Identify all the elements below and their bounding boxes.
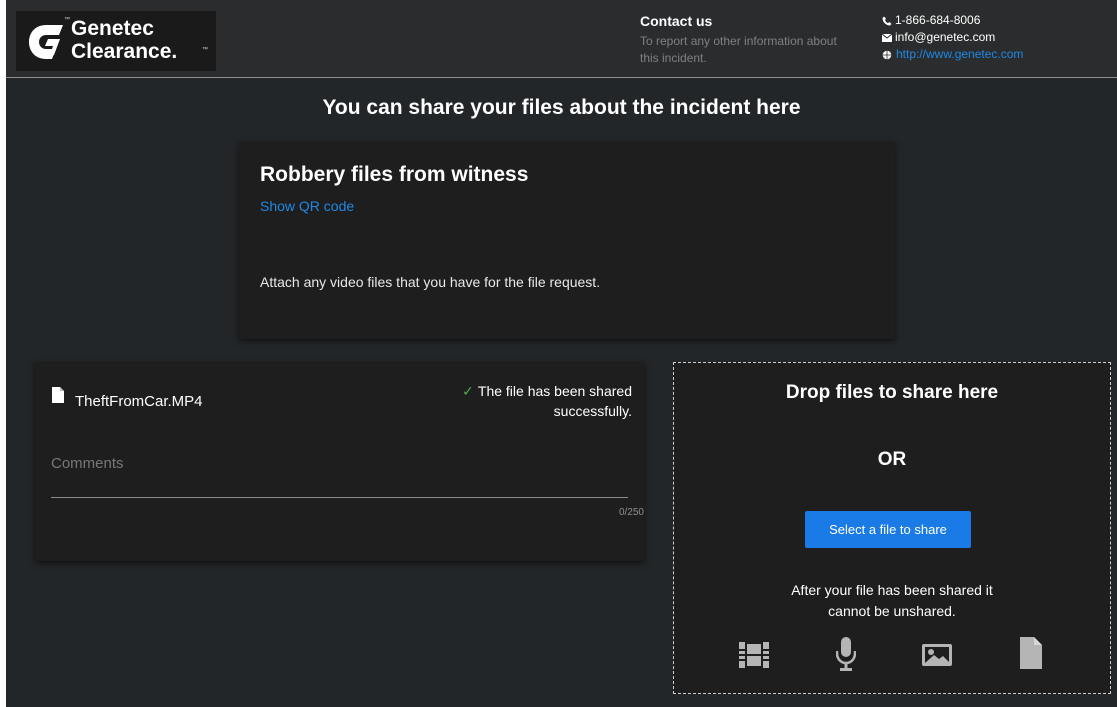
comments-field[interactable]: Comments [51, 448, 628, 498]
select-file-button[interactable]: Select a file to share [805, 511, 971, 548]
comments-label: Comments [51, 455, 124, 472]
drop-zone-or: OR [877, 449, 907, 470]
file-name: TheftFromCar.MP4 [75, 393, 203, 410]
logo-line1: Genetec [71, 17, 154, 40]
video-icon [739, 642, 769, 668]
trademark-mark: ™ [64, 17, 70, 23]
phone-icon [882, 16, 892, 25]
file-request-card: Robbery files from witness Show QR code … [239, 142, 895, 339]
drop-zone[interactable]: Drop files to share here OR Select a fil… [673, 362, 1111, 694]
header: ™ Genetec Clearance. ™ Contact us To rep… [6, 0, 1117, 78]
microphone-icon [836, 637, 856, 671]
request-title: Robbery files from witness [260, 163, 529, 186]
file-status-text: The file has been shared successfully. [477, 383, 632, 419]
request-description: Attach any video files that you have for… [260, 274, 601, 290]
logo-line2: Clearance. [71, 40, 178, 63]
phone-row: 1-866-684-8006 [882, 12, 1023, 29]
email-address[interactable]: info@genetec.com [895, 29, 995, 46]
drop-zone-note: After your file has been shared it canno… [674, 580, 1110, 622]
website-link[interactable]: http://www.genetec.com [896, 46, 1023, 63]
character-count: 0/250 [618, 507, 644, 518]
genetec-logo[interactable]: ™ Genetec Clearance. ™ [16, 11, 216, 71]
trademark-mark: ™ [202, 47, 208, 53]
drop-zone-title: Drop files to share here [785, 382, 999, 403]
phone-number[interactable]: 1-866-684-8006 [895, 12, 980, 29]
globe-icon [882, 50, 892, 59]
logo-text: Genetec Clearance. [71, 17, 177, 63]
website-row: http://www.genetec.com [882, 46, 1023, 63]
email-row: info@genetec.com [882, 29, 1023, 46]
envelope-icon [882, 33, 892, 42]
genetec-logo-icon [29, 25, 63, 59]
contact-description: To report any other information about th… [640, 34, 837, 65]
contact-section: Contact us To report any other informati… [640, 13, 855, 67]
shared-file-card: TheftFromCar.MP4 ✓ The file has been shar… [35, 362, 644, 561]
show-qr-code-link[interactable]: Show QR code [260, 198, 354, 214]
contact-info: 1-866-684-8006 info@genetec.com http://w… [882, 12, 1023, 63]
page-title: You can share your files about the incid… [322, 96, 801, 119]
file-status: ✓ The file has been shared successfully. [402, 381, 632, 421]
file-icon [52, 387, 64, 403]
app: ™ Genetec Clearance. ™ Contact us To rep… [6, 0, 1117, 707]
image-icon [922, 644, 952, 666]
contact-title: Contact us [640, 13, 713, 29]
checkmark-icon: ✓ [462, 383, 474, 399]
file-type-icons [674, 635, 1110, 675]
drop-zone-note-text: After your file has been shared it canno… [791, 582, 993, 619]
document-icon [1020, 637, 1042, 669]
